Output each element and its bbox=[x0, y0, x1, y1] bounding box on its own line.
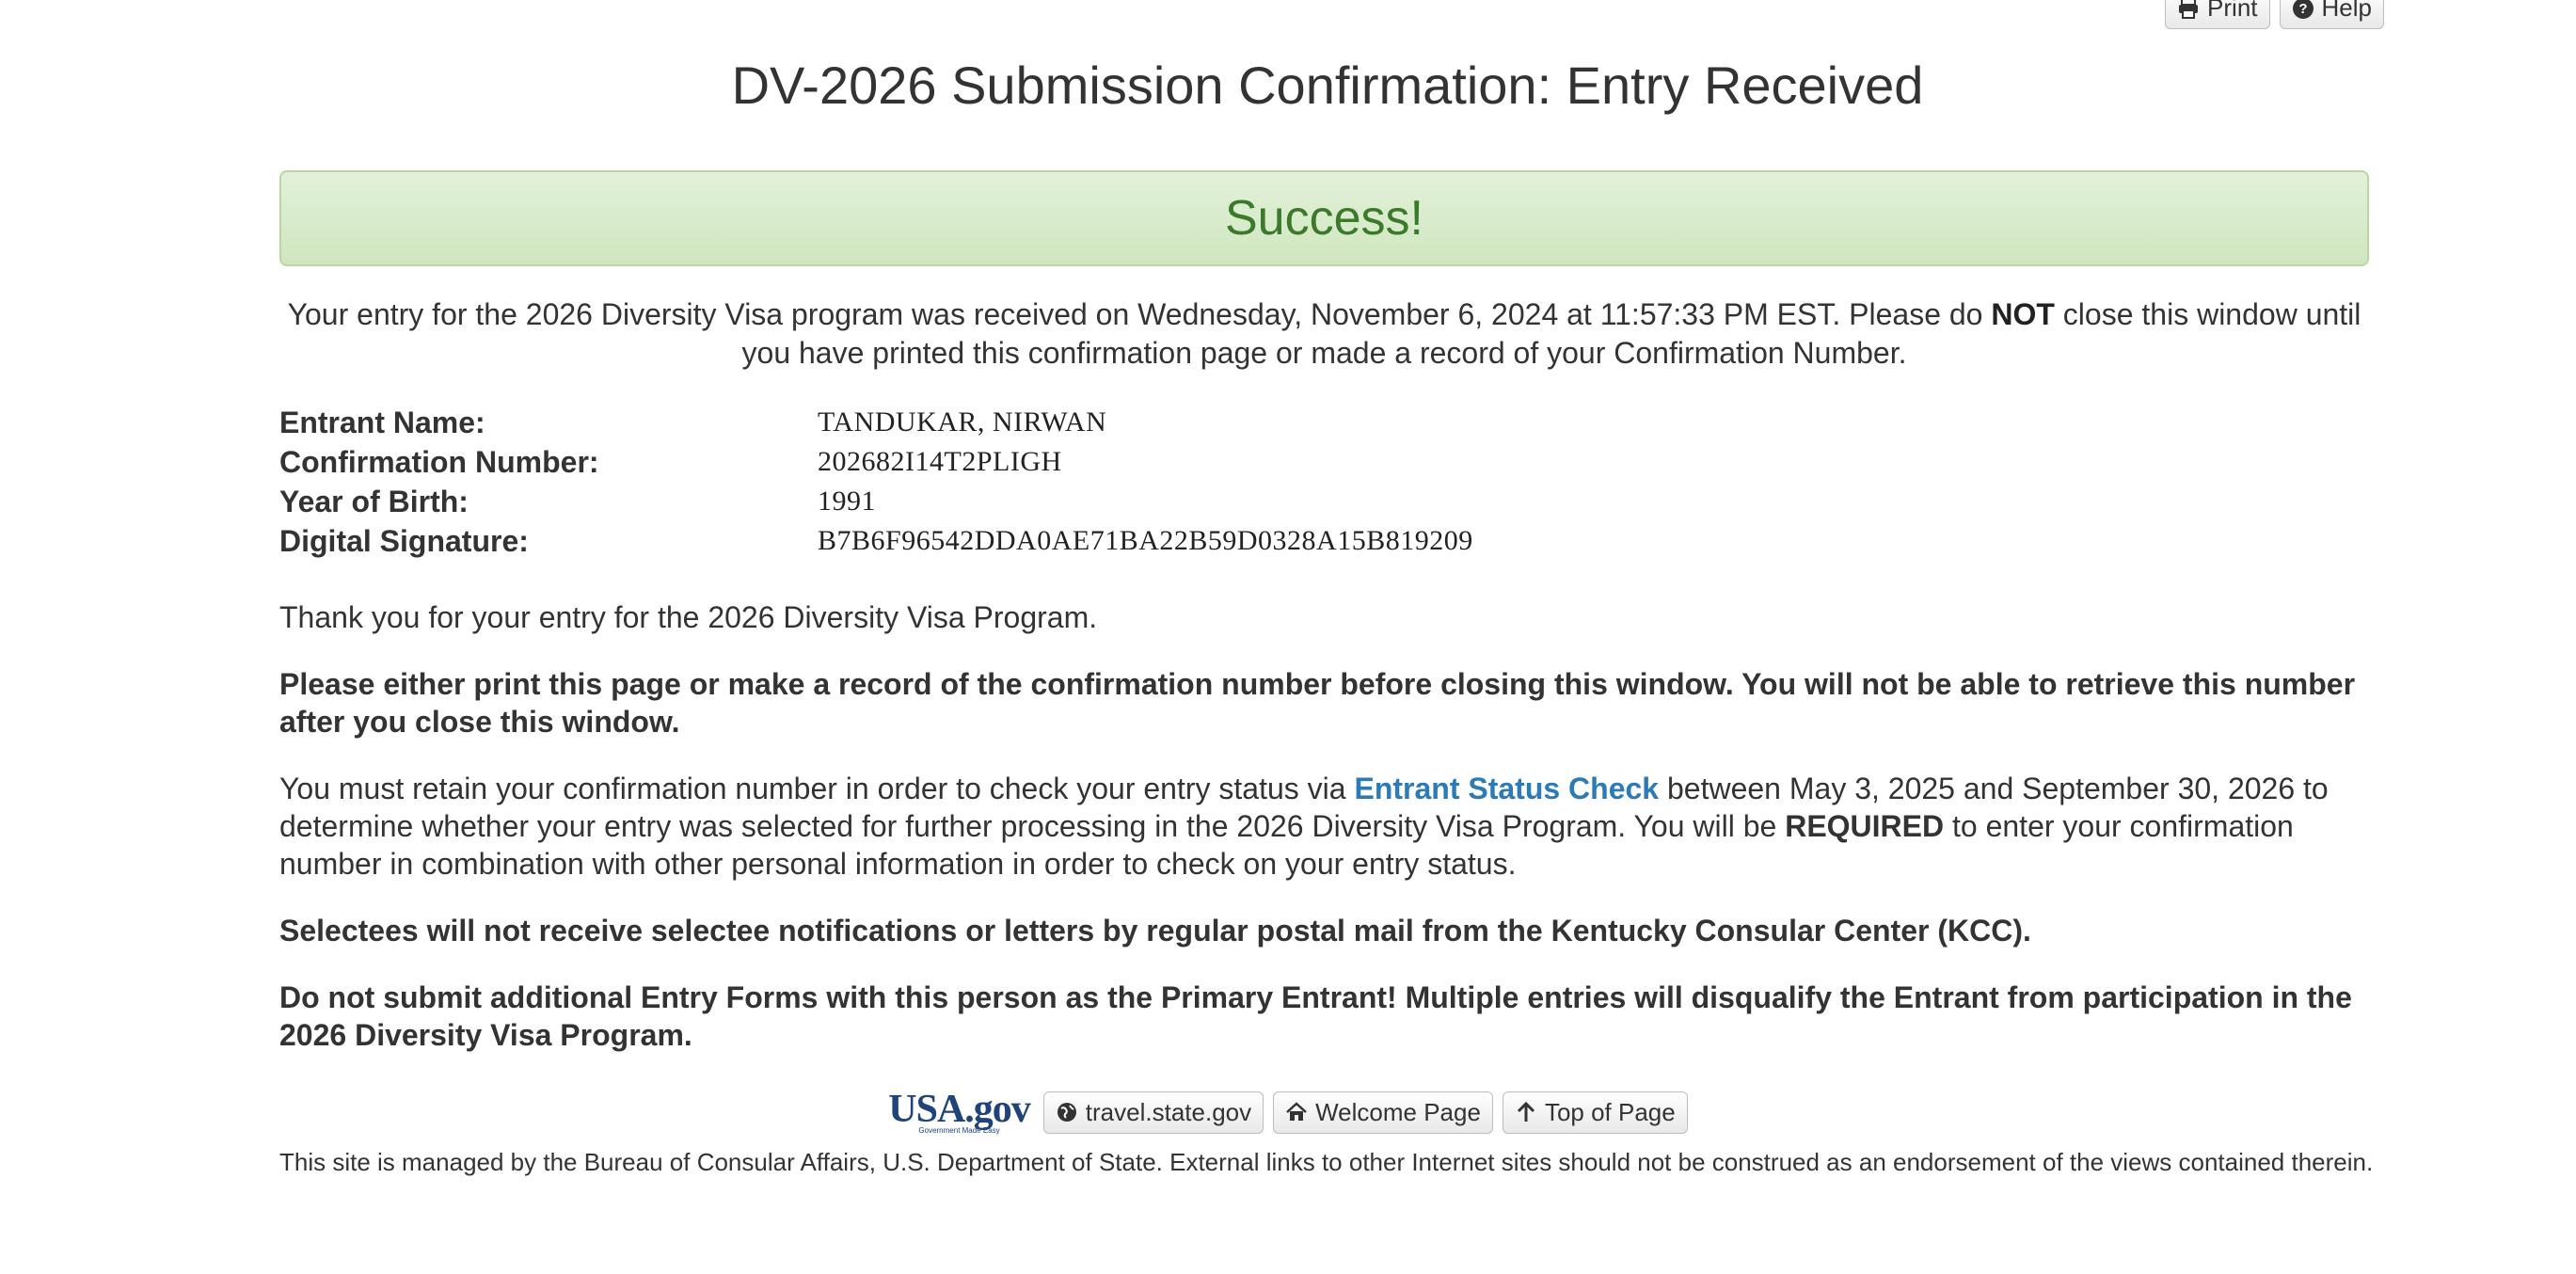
entrant-name-value: TANDUKAR, NIRWAN bbox=[818, 406, 1107, 438]
print-icon bbox=[2179, 0, 2199, 19]
usagov-tagline: Government Made Easy bbox=[918, 1126, 1000, 1135]
svg-text:?: ? bbox=[2298, 1, 2307, 17]
birth-year-label: Year of Birth: bbox=[279, 484, 469, 518]
main-content: Thank you for your entry for the 2026 Di… bbox=[279, 598, 2369, 1083]
notice-emphasis: NOT bbox=[1991, 297, 2055, 331]
digital-signature-label: Digital Signature: bbox=[279, 523, 529, 558]
help-button[interactable]: ? Help bbox=[2279, 0, 2384, 29]
usagov-logo[interactable]: USA.gov Government Made Easy bbox=[888, 1088, 1031, 1135]
travel-state-gov-button[interactable]: travel.state.gov bbox=[1042, 1091, 1264, 1134]
mail-notice: Selectees will not receive selectee noti… bbox=[279, 914, 2031, 948]
birth-year-row: Year of Birth: 1991 bbox=[279, 482, 2369, 521]
top-label: Top of Page bbox=[1544, 1097, 1676, 1126]
entrant-name-label: Entrant Name: bbox=[279, 405, 485, 439]
notice-text-1: Your entry for the 2026 Diversity Visa p… bbox=[287, 297, 1992, 331]
globe-icon bbox=[1057, 1103, 1076, 1122]
retain-text-1: You must retain your confirmation number… bbox=[279, 772, 1355, 805]
digital-signature-value: B7B6F96542DDA0AE71BA22B59D0328A15B819209 bbox=[818, 525, 1473, 556]
success-label: Success! bbox=[1225, 191, 1423, 246]
print-warning: Please either print this page or make a … bbox=[279, 667, 2356, 739]
arrow-up-icon bbox=[1517, 1101, 1535, 1122]
top-of-page-button[interactable]: Top of Page bbox=[1502, 1091, 1688, 1134]
print-label: Print bbox=[2207, 0, 2258, 22]
help-icon: ? bbox=[2292, 0, 2314, 19]
travel-label: travel.state.gov bbox=[1085, 1097, 1252, 1126]
usagov-logo-text: USA.gov bbox=[888, 1088, 1031, 1131]
footer-disclaimer: This site is managed by the Bureau of Co… bbox=[279, 1148, 2374, 1176]
duplicate-warning: Do not submit additional Entry Forms wit… bbox=[279, 980, 2352, 1052]
help-label: Help bbox=[2321, 0, 2372, 22]
page-title: DV-2026 Submission Confirmation: Entry R… bbox=[731, 56, 1924, 115]
thanks-text: Thank you for your entry for the 2026 Di… bbox=[279, 600, 1098, 634]
entrant-name-row: Entrant Name: TANDUKAR, NIRWAN bbox=[279, 403, 2369, 442]
birth-year-value: 1991 bbox=[818, 486, 876, 517]
home-icon bbox=[1286, 1102, 1307, 1121]
digital-signature-row: Digital Signature: B7B6F96542DDA0AE71BA2… bbox=[279, 521, 2369, 561]
welcome-label: Welcome Page bbox=[1315, 1097, 1481, 1126]
confirmation-number-label: Confirmation Number: bbox=[279, 444, 599, 479]
required-emphasis: REQUIRED bbox=[1785, 809, 1945, 843]
welcome-page-button[interactable]: Welcome Page bbox=[1273, 1091, 1493, 1134]
confirmation-number-row: Confirmation Number: 202682I14T2PLIGH bbox=[279, 442, 2369, 482]
top-toolbar: Print ? Help bbox=[2165, 0, 2384, 29]
success-banner: Success! bbox=[279, 170, 2369, 266]
entrant-status-check-link[interactable]: Entrant Status Check bbox=[1354, 772, 1659, 805]
footer-links: USA.gov Government Made Easy travel.stat… bbox=[0, 1090, 2576, 1135]
retain-paragraph: You must retain your confirmation number… bbox=[279, 770, 2369, 883]
entrant-info: Entrant Name: TANDUKAR, NIRWAN Confirmat… bbox=[279, 403, 2369, 561]
print-button[interactable]: Print bbox=[2165, 0, 2270, 29]
submission-notice: Your entry for the 2026 Diversity Visa p… bbox=[279, 295, 2369, 373]
confirmation-number-value: 202682I14T2PLIGH bbox=[818, 446, 1062, 477]
